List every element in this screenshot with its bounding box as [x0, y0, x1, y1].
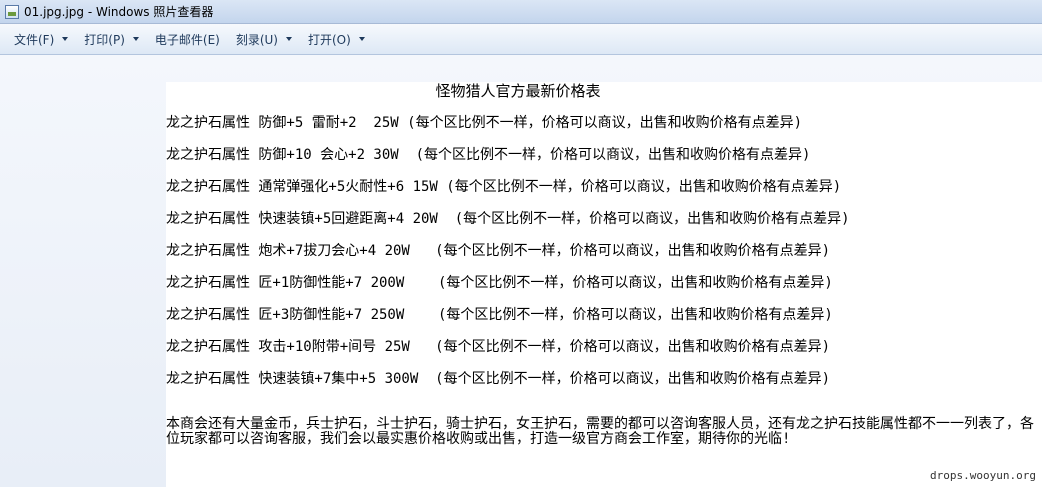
menu-bar: 文件(F) 打印(P) 电子邮件(E) 刻录(U) 打开(O) — [0, 24, 1042, 55]
watermark: drops.wooyun.org — [930, 469, 1036, 482]
chevron-down-icon — [358, 37, 365, 41]
chevron-down-icon — [132, 37, 139, 41]
price-line: 龙之护石属性 攻击+10附带+间号 25W (每个区比例不一样，价格可以商议，出… — [166, 339, 830, 355]
title-bar: 01.jpg.jpg - Windows 照片查看器 — [0, 0, 1042, 24]
photo-viewer-icon — [5, 4, 19, 19]
chevron-down-icon — [62, 37, 69, 41]
footer-paragraph: 本商会还有大量金币，兵士护石，斗士护石，骑士护石，女王护石，需要的都可以咨询客服… — [166, 416, 1034, 447]
menu-burn[interactable]: 刻录(U) — [228, 28, 300, 50]
image-viewport: 怪物猎人官方最新价格表 龙之护石属性 防御+5 雷耐+2 25W (每个区比例不… — [0, 55, 1042, 487]
window-title: 01.jpg.jpg - Windows 照片查看器 — [24, 5, 214, 19]
price-line: 龙之护石属性 防御+5 雷耐+2 25W (每个区比例不一样，价格可以商议，出售… — [166, 115, 802, 131]
price-line: 龙之护石属性 通常弹强化+5火耐性+6 15W (每个区比例不一样，价格可以商议… — [166, 179, 842, 195]
price-line: 龙之护石属性 快速装镇+5回避距离+4 20W (每个区比例不一样，价格可以商议… — [166, 211, 850, 227]
menu-file[interactable]: 文件(F) — [6, 28, 76, 50]
menu-open[interactable]: 打开(O) — [300, 28, 373, 50]
displayed-image: 怪物猎人官方最新价格表 龙之护石属性 防御+5 雷耐+2 25W (每个区比例不… — [166, 82, 1042, 487]
menu-email[interactable]: 电子邮件(E) — [147, 28, 228, 50]
price-line: 龙之护石属性 防御+10 会心+2 30W (每个区比例不一样，价格可以商议，出… — [166, 147, 811, 163]
price-line: 龙之护石属性 匠+1防御性能+7 200W (每个区比例不一样，价格可以商议，出… — [166, 275, 833, 291]
price-line: 龙之护石属性 匠+3防御性能+7 250W (每个区比例不一样，价格可以商议，出… — [166, 307, 833, 323]
menu-print[interactable]: 打印(P) — [76, 28, 147, 50]
price-line: 龙之护石属性 炮术+7拔刀会心+4 20W (每个区比例不一样，价格可以商议，出… — [166, 243, 830, 259]
chevron-down-icon — [286, 37, 292, 41]
image-title: 怪物猎人官方最新价格表 — [435, 82, 601, 100]
price-line: 龙之护石属性 快速装镇+7集中+5 300W (每个区比例不一样，价格可以商议，… — [166, 371, 830, 387]
